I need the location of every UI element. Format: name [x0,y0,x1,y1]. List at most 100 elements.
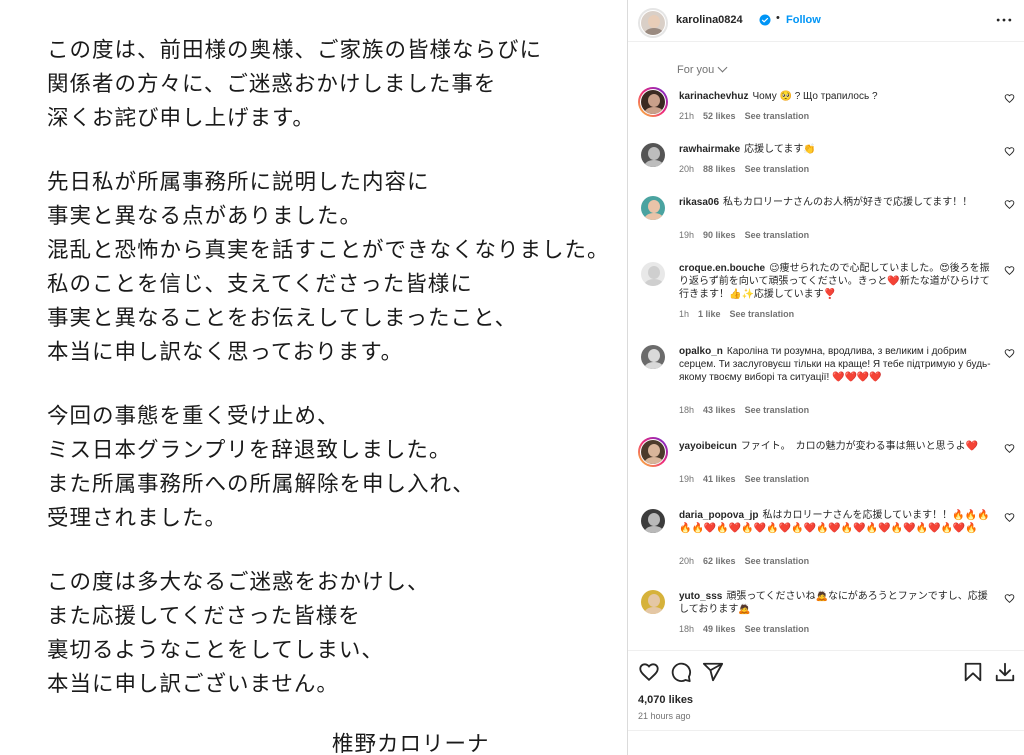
statement-line: この度は多大なるご迷惑をおかけし、 [47,570,430,595]
statement-line: 先日私が所属事務所に説明した内容に [47,170,430,195]
comment-meta: 20h 62 likes See translation [679,556,818,566]
see-translation-link[interactable]: See translation [745,474,810,484]
commenter-avatar[interactable] [638,587,668,617]
statement-line: また応援してくださった皆様を [47,604,361,629]
see-translation-link[interactable]: See translation [745,111,810,121]
comment-meta: 18h 43 likes See translation [679,405,818,415]
comment-heart-icon[interactable] [1004,348,1015,359]
comment-sort-dropdown[interactable]: For you [677,62,728,76]
header-separator: • [776,12,780,24]
comment-username[interactable]: yayoibeicun [679,441,737,452]
comment-icon[interactable] [670,661,692,683]
comment-likes[interactable]: 1 like [698,309,721,319]
comment-meta: 21h 52 likes See translation [679,111,818,121]
statement-line: ミス日本グランプリを辞退致しました。 [47,438,452,463]
commenter-avatar[interactable] [638,342,668,372]
statement-line: 裏切るようなことをしてしまい、 [47,638,384,663]
statement-line: 今回の事態を重く受け止め、 [47,404,340,429]
statement-line: また所属事務所への所属解除を申し入れ、 [47,472,475,497]
likes-count[interactable]: 4,070 likes [638,694,693,706]
commenter-avatar[interactable] [638,437,668,467]
heart-icon[interactable] [638,661,660,683]
comments-panel: karolina0824 • Follow For you karinachev… [628,0,1024,755]
comment-heart-icon[interactable] [1004,593,1015,604]
comment-heart-icon[interactable] [1004,146,1015,157]
comment-likes[interactable]: 43 likes [703,405,736,415]
comment-username[interactable]: daria_popova_jp [679,510,758,521]
action-bar [628,650,1024,690]
commenter-avatar[interactable] [638,193,668,223]
comment-username[interactable]: yuto_sss [679,591,722,602]
comment-body: 応援してます👏 [744,144,816,155]
share-icon[interactable] [702,661,724,683]
comment-username[interactable]: opalko_n [679,346,723,357]
commenter-avatar[interactable] [638,87,668,117]
verified-badge-icon [759,14,771,26]
comment-heart-icon[interactable] [1004,199,1015,210]
comment-heart-icon[interactable] [1004,265,1015,276]
comment-username[interactable]: croque.en.bouche [679,263,765,274]
chevron-down-icon [717,62,728,73]
download-icon[interactable] [994,661,1016,683]
comment-text-block: karinachevhuz Чому 🥺 ? Що трапилось ? [679,90,997,103]
see-translation-link[interactable]: See translation [745,164,810,174]
sort-label: For you [677,64,715,76]
comment-text-block: croque.en.bouche 😉痩せられたので心配していました。😍後ろを振り返… [679,262,997,301]
see-translation-link[interactable]: See translation [745,556,810,566]
comment-time: 18h [679,405,695,415]
comment-likes[interactable]: 49 likes [703,624,736,634]
bookmark-icon[interactable] [962,661,984,683]
comment-meta: 1h 1 like See translation [679,309,803,319]
comment-text-block: yuto_sss 頑張ってくださいね🙇なにがあろうとファンですし、応援しております… [679,590,997,616]
statement-signature: 椎野カロリーナ [332,732,490,755]
see-translation-link[interactable]: See translation [745,230,810,240]
comment-body: Кароліна ти розумна, вродлива, з великим… [679,346,991,383]
comment-likes[interactable]: 62 likes [703,556,736,566]
author-avatar[interactable] [638,8,668,38]
comment-body: 私もカロリーナさんのお人柄が好きで応援してます！！ [723,197,973,208]
see-translation-link[interactable]: See translation [745,624,810,634]
commenter-avatar[interactable] [638,506,668,536]
comment-likes[interactable]: 90 likes [703,230,736,240]
comment-meta: 19h 41 likes See translation [679,474,818,484]
see-translation-link[interactable]: See translation [730,309,795,319]
author-username[interactable]: karolina0824 [676,14,743,26]
statement-line: 事実と異なる点がありました。 [47,204,363,229]
comment-text-block: opalko_n Кароліна ти розумна, вродлива, з… [679,345,997,384]
comment-body: Чому 🥺 ? Що трапилось ? [752,91,878,102]
comment-time: 21h [679,111,695,121]
commenter-avatar[interactable] [638,259,668,289]
comment-time: 19h [679,474,695,484]
add-comment-input[interactable] [672,737,972,749]
comment-time: 20h [679,556,695,566]
comment-likes[interactable]: 88 likes [703,164,736,174]
comment-time: 19h [679,230,695,240]
statement-line: 私のことを信じ、支えてくださった皆様に [47,272,473,297]
more-options-icon[interactable] [994,10,1014,30]
statement-line: 本当に申し訳なく思っております。 [47,340,404,365]
comment-time: 1h [679,309,690,319]
comment-username[interactable]: karinachevhuz [679,91,748,102]
comment-username[interactable]: rawhairmake [679,144,740,155]
commenter-avatar[interactable] [638,140,668,170]
comment-text-block: yayoibeicun ファイト。 カロの魅力が変わる事は無いと思うよ❤️ [679,440,997,453]
comment-username[interactable]: rikasa06 [679,197,719,208]
comment-likes[interactable]: 52 likes [703,111,736,121]
post-timestamp: 21 hours ago [638,711,691,721]
comment-heart-icon[interactable] [1004,93,1015,104]
comment-heart-icon[interactable] [1004,443,1015,454]
see-translation-link[interactable]: See translation [745,405,810,415]
comment-meta: 20h 88 likes See translation [679,164,818,174]
statement-line: 関係者の方々に、ご迷惑おかけしました事を [47,72,497,97]
comment-likes[interactable]: 41 likes [703,474,736,484]
comment-meta: 19h 90 likes See translation [679,230,818,240]
statement-line: 深くお詫び申し上げます。 [47,106,315,131]
comment-meta: 18h 49 likes See translation [679,624,818,634]
statement-line: この度は、前田様の奥様、ご家族の皆様ならびに [47,38,543,63]
comment-text-block: rikasa06 私もカロリーナさんのお人柄が好きで応援してます！！ [679,196,997,209]
statement-line: 受理されました。 [47,506,228,531]
statement-line: 事実と異なることをお伝えしてしまったこと、 [47,306,518,331]
follow-button[interactable]: Follow [786,14,821,26]
comment-heart-icon[interactable] [1004,512,1015,523]
post-image: この度は、前田様の奥様、ご家族の皆様ならびに 関係者の方々に、ご迷惑おかけしまし… [0,0,627,755]
